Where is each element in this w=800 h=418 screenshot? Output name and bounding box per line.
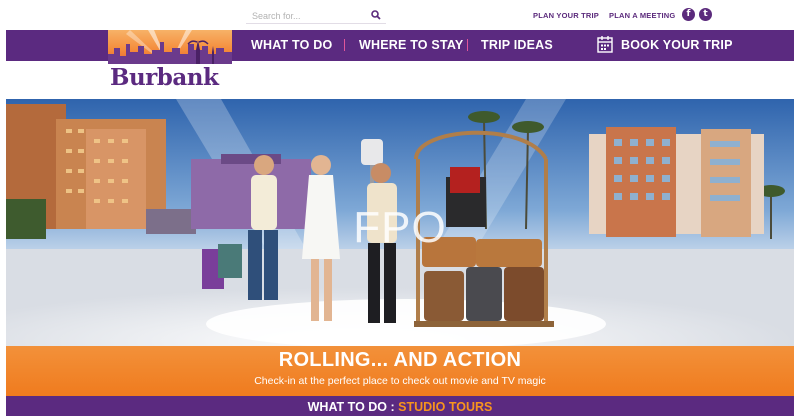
- category-prefix: WHAT TO DO :: [307, 400, 399, 414]
- utility-bar: PLAN YOUR TRIP PLAN A MEETING f t: [0, 0, 800, 30]
- plan-your-trip-link[interactable]: PLAN YOUR TRIP: [533, 11, 599, 20]
- search-icon[interactable]: [370, 8, 382, 20]
- fpo-placeholder-text: FPO: [353, 203, 447, 252]
- calendar-icon[interactable]: [597, 35, 613, 53]
- nav-separator: [344, 39, 345, 51]
- logo-text: Burbank: [110, 64, 219, 91]
- facebook-icon[interactable]: f: [682, 8, 695, 21]
- hero-caption-subtitle: Check-in at the perfect place to check o…: [254, 375, 546, 387]
- nav-trip-ideas[interactable]: TRIP IDEAS: [481, 38, 553, 52]
- book-your-trip-button[interactable]: BOOK YOUR TRIP: [621, 38, 733, 52]
- hero-caption: ROLLING... AND ACTION Check-in at the pe…: [6, 346, 794, 396]
- hero-image: FPO: [6, 99, 794, 346]
- plan-a-meeting-link[interactable]: PLAN A MEETING: [609, 11, 675, 20]
- logo-skyline-image: [108, 30, 232, 64]
- nav-what-to-do[interactable]: WHAT TO DO: [251, 38, 332, 52]
- search-input[interactable]: [246, 7, 364, 25]
- burbank-logo[interactable]: Burbank: [108, 30, 232, 96]
- twitter-icon[interactable]: t: [699, 8, 712, 21]
- page: PLAN YOUR TRIP PLAN A MEETING f t WHAT T…: [0, 0, 800, 418]
- category-bar: WHAT TO DO : STUDIO TOURS: [6, 396, 794, 416]
- nav-separator: [467, 39, 468, 51]
- search-box: [246, 6, 386, 25]
- hero-caption-title: ROLLING... AND ACTION: [278, 349, 522, 371]
- nav-where-to-stay[interactable]: WHERE TO STAY: [359, 38, 463, 52]
- studio-tours-link[interactable]: STUDIO TOURS: [398, 400, 492, 414]
